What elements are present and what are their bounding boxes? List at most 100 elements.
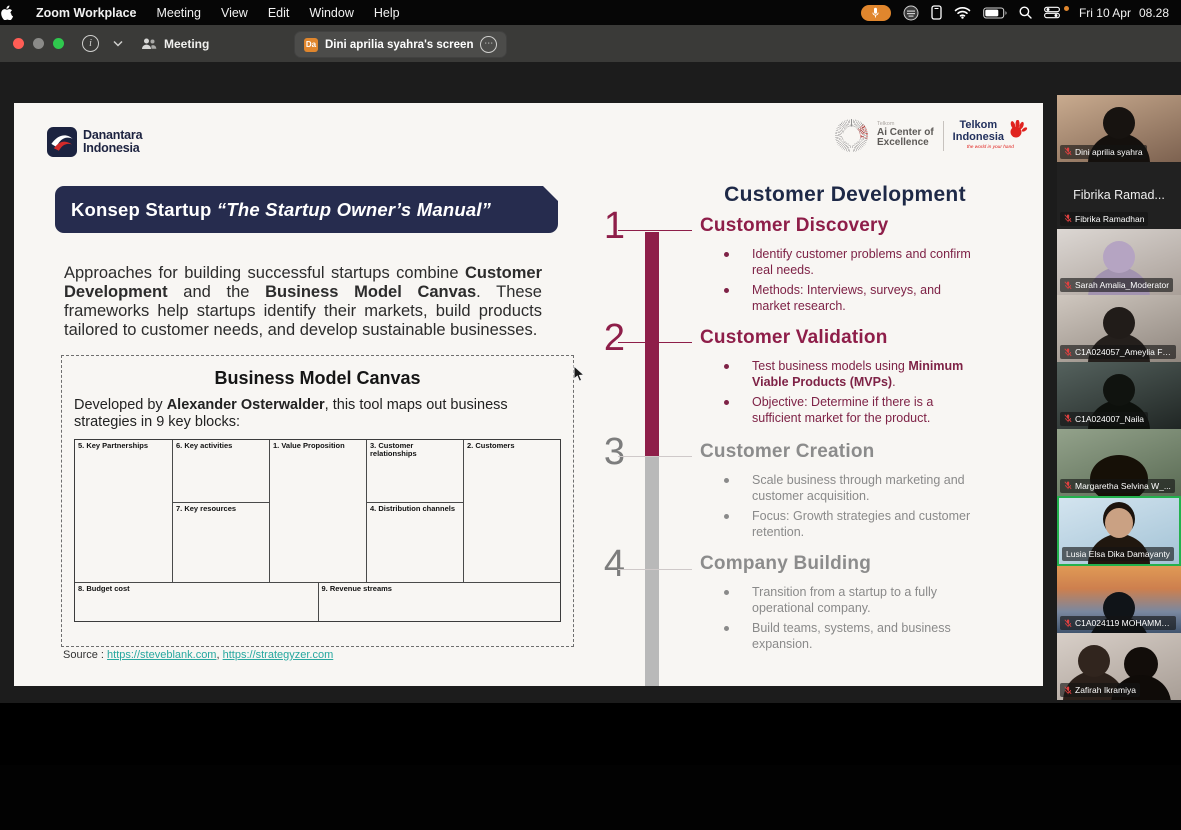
muted-mic-icon — [1064, 348, 1072, 357]
wifi-icon[interactable] — [954, 6, 971, 19]
search-icon[interactable] — [1019, 6, 1032, 19]
menu-item-edit[interactable]: Edit — [268, 6, 290, 20]
slide-title-plain: Konsep Startup — [71, 199, 217, 220]
bmc-cell-key-activities: 6. Key activities — [172, 440, 269, 502]
step-bullet: Methods: Interviews, surveys, and market… — [724, 282, 974, 315]
menu-items: Meeting View Edit Window Help — [146, 6, 409, 20]
bmc-cell-key-partnerships: 5. Key Partnerships — [75, 440, 172, 582]
tab-more-icon[interactable]: ⋯ — [480, 36, 497, 53]
customer-development-title: Customer Development — [700, 183, 990, 207]
step-bullet: Focus: Growth strategies and customer re… — [724, 508, 974, 541]
partner-logos: Telkom Ai Center of Excellence Telkom In… — [835, 119, 1028, 152]
danantara-logo: Danantara Indonesia — [47, 127, 142, 157]
apple-icon[interactable] — [0, 5, 30, 20]
step-bullet: Objective: Determine if there is a suffi… — [724, 394, 974, 427]
input-source-icon[interactable] — [903, 5, 919, 21]
participant-tile[interactable]: C1A024007_Naila — [1057, 362, 1181, 429]
info-button[interactable]: i — [82, 35, 99, 52]
participants-sidebar: Dini aprilia syahra Fibrika Ramad...Fibri… — [1057, 95, 1181, 700]
participant-name-label: Lusia Elsa Dika Damayanty — [1062, 547, 1174, 561]
participant-name-label: Fibrika Ramadhan — [1060, 212, 1148, 226]
menu-item-window[interactable]: Window — [309, 6, 353, 20]
step-tick-3 — [618, 456, 692, 457]
bmc-cell-revenue-streams: 9. Revenue streams — [318, 583, 561, 621]
control-center-icon[interactable] — [1044, 6, 1060, 19]
participant-name-label: Dini aprilia syahra — [1060, 145, 1147, 159]
participant-name-label: Margaretha Selvina W_... — [1060, 479, 1175, 493]
participant-tile[interactable]: Dini aprilia syahra — [1057, 95, 1181, 162]
meeting-window-label: Meeting — [164, 37, 209, 51]
menu-bar-clock[interactable]: Fri 10 Apr 08.28 — [1079, 6, 1169, 20]
muted-mic-icon — [1064, 214, 1072, 223]
step-bullet: Build teams, systems, and business expan… — [724, 620, 974, 653]
muted-mic-icon — [1064, 481, 1072, 490]
participant-tile[interactable]: Sarah Amalia_Moderator — [1057, 229, 1181, 296]
participant-name: C1A024007_Naila — [1075, 414, 1144, 424]
source-link-steveblank[interactable]: https://steveblank.com — [107, 649, 216, 661]
step-number-1: 1 — [589, 207, 625, 245]
participant-name-label: C1A024119 MOHAMMA... — [1060, 616, 1176, 630]
zoom-window-button[interactable] — [53, 38, 64, 49]
muted-mic-icon — [1064, 686, 1072, 695]
telkom-hand-icon — [1006, 120, 1028, 140]
status-icons — [861, 5, 1069, 21]
slide-title-quoted: “The Startup Owner’s Manual” — [217, 199, 491, 220]
notification-dot — [1064, 6, 1069, 11]
muted-mic-icon — [1064, 414, 1072, 423]
aicoe-logo-icon — [835, 119, 868, 152]
bmc-subtext: Developed by Alexander Osterwalder, this… — [74, 397, 561, 431]
participant-tile[interactable]: Margaretha Selvina W_... — [1057, 429, 1181, 496]
presentation-slide: Danantara Indonesia Telkom Ai Center of … — [14, 103, 1043, 686]
close-window-button[interactable] — [13, 38, 24, 49]
step-heading: Customer Creation — [700, 441, 1000, 463]
bmc-cell-key-resources: 7. Key resources — [172, 502, 269, 582]
danantara-logo-icon — [47, 127, 77, 157]
mic-status-icon[interactable] — [861, 5, 891, 21]
step-tick-1 — [618, 230, 692, 231]
mouse-cursor — [573, 365, 586, 383]
muted-mic-icon — [1064, 281, 1072, 290]
display-mirroring-icon[interactable] — [931, 5, 942, 20]
source-link-strategyzer[interactable]: https://strategyzer.com — [223, 649, 334, 661]
step-heading: Customer Validation — [700, 327, 1000, 349]
participant-tile[interactable]: Lusia Elsa Dika Damayanty — [1057, 496, 1181, 567]
bmc-cell-distribution-channels: 4. Distribution channels — [366, 502, 463, 582]
shared-screen-stage: Danantara Indonesia Telkom Ai Center of … — [0, 62, 1181, 703]
aicoe-line2: Excellence — [877, 138, 934, 149]
logo-divider — [943, 121, 944, 151]
step-heading: Customer Discovery — [700, 215, 1000, 237]
step-number-3: 3 — [589, 433, 625, 471]
bmc-cell-value-proposition: 1. Value Proposition — [269, 440, 366, 582]
participant-tile[interactable]: Fibrika Ramad...Fibrika Ramadhan — [1057, 162, 1181, 229]
zoom-window-titlebar: i Meeting Da Dini aprilia syahra's scree… — [0, 25, 1181, 62]
participant-name: Dini aprilia syahra — [1075, 147, 1143, 157]
step-tick-2 — [618, 342, 692, 343]
battery-icon[interactable] — [983, 7, 1007, 19]
menu-item-help[interactable]: Help — [374, 6, 400, 20]
step-number-4: 4 — [589, 545, 625, 583]
shared-screen-tab[interactable]: Da Dini aprilia syahra's screen ⋯ — [295, 32, 506, 57]
brand-line2: Indonesia — [83, 141, 140, 155]
menu-item-view[interactable]: View — [221, 6, 248, 20]
participant-name-label: C1A024057_Ameylia Fa... — [1060, 345, 1176, 359]
chevron-down-icon[interactable] — [113, 40, 123, 47]
menu-item-meeting[interactable]: Meeting — [156, 6, 200, 20]
shared-screen-tab-title: Dini aprilia syahra's screen — [325, 39, 473, 51]
bmc-cell-customer-relationships: 3. Customer relationships — [366, 440, 463, 502]
muted-mic-icon — [1064, 619, 1072, 628]
participant-tile[interactable]: C1A024057_Ameylia Fa... — [1057, 295, 1181, 362]
step-number-2: 2 — [589, 319, 625, 357]
minimize-window-button[interactable] — [33, 38, 44, 49]
bmc-heading: Business Model Canvas — [74, 368, 561, 389]
timeline-bar — [645, 232, 659, 686]
participant-name-label: C1A024007_Naila — [1060, 412, 1148, 426]
telkom-line1: Telkom — [959, 119, 997, 131]
participant-tile[interactable]: C1A024119 MOHAMMA... — [1057, 566, 1181, 633]
participant-tile[interactable]: Zafirah Ikramiya — [1057, 633, 1181, 700]
participant-name: Margaretha Selvina W_... — [1075, 481, 1171, 491]
app-name[interactable]: Zoom Workplace — [36, 6, 136, 20]
date-text: Fri 10 Apr — [1079, 6, 1131, 20]
participant-name: C1A024119 MOHAMMA... — [1075, 618, 1172, 628]
intro-paragraph: Approaches for building successful start… — [64, 264, 542, 341]
bmc-box: Business Model Canvas Developed by Alexa… — [61, 355, 574, 647]
